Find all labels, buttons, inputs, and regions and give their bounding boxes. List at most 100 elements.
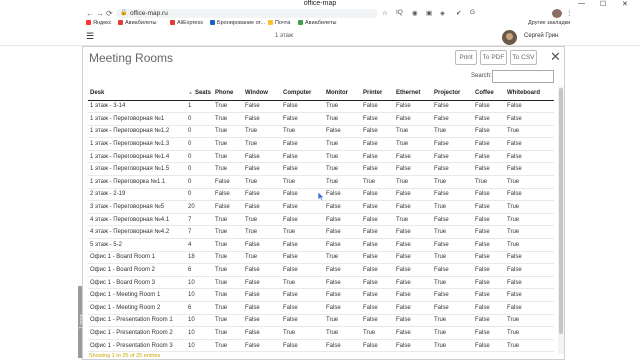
- table-row[interactable]: 1 этаж - Переговорная №1.2 0 True True True F…: [88, 125, 554, 139]
- search-label: Search:: [471, 73, 492, 79]
- table-cell: False: [243, 301, 281, 315]
- column-header-monitor[interactable]: Monitor: [324, 86, 361, 101]
- table-cell: 0: [186, 188, 213, 202]
- table-row[interactable]: Офис 1 - Board Room 3 10 True False True Fals…: [88, 276, 554, 290]
- table-row[interactable]: Офис 1 - Presentation Room 1 10 True False F…: [88, 314, 554, 328]
- table-row[interactable]: 1 этаж - Переговорная №1.4 0 True False Fals…: [88, 150, 554, 164]
- table-cell: True: [243, 175, 281, 189]
- table-row[interactable]: Офис 1 - Presentation Room 3 10 True False F…: [88, 339, 554, 353]
- bookmark-aviabilety-2[interactable]: Авиабилеты: [298, 20, 337, 26]
- close-icon[interactable]: ✕: [550, 49, 561, 65]
- extension-g-icon[interactable]: G: [470, 9, 475, 16]
- table-cell: False: [432, 162, 473, 177]
- search-input[interactable]: [492, 70, 554, 83]
- maximize-button[interactable]: ☐: [600, 0, 606, 8]
- window-close-button[interactable]: ✕: [622, 0, 628, 8]
- table-cell: False: [473, 137, 505, 151]
- table-row[interactable]: 1 этаж - Переговорная №1.5 0 True False Fals…: [88, 162, 554, 177]
- table-cell: False: [281, 238, 324, 252]
- to-csv-button[interactable]: To CSV: [510, 50, 537, 65]
- table-row[interactable]: 1 этаж - Переговорная №1 0 True False False T…: [88, 112, 554, 126]
- extension-icon-2[interactable]: ▣: [426, 9, 432, 17]
- column-header-desk[interactable]: Desk: [88, 86, 186, 101]
- forward-icon[interactable]: →: [96, 9, 104, 18]
- extension-iq-icon[interactable]: IQ: [396, 9, 403, 16]
- bookmark-booking[interactable]: Бронирование от...: [210, 20, 265, 26]
- table-cell: Офис 1 - Presentation Room 2: [88, 326, 186, 340]
- table-cell: 0: [186, 162, 213, 177]
- address-row: ← → ⟳ 🔒 office-map.ru ☆ IQ ◉ ▣ ◈ ✔ G ⋮: [0, 8, 640, 19]
- column-header-seats[interactable]: ▲ Seats: [186, 86, 213, 101]
- table-cell: 4 этаж - Переговорная №4.1: [88, 213, 186, 227]
- table-cell: False: [432, 301, 473, 315]
- extension-icon-1[interactable]: ◉: [412, 9, 418, 17]
- table-cell: False: [473, 339, 505, 353]
- table-cell: False: [361, 301, 394, 315]
- reload-icon[interactable]: ⟳: [106, 9, 113, 18]
- menu-icon[interactable]: ⋮: [566, 9, 573, 17]
- table-row[interactable]: Офис 1 - Meeting Room 1 10 True False False F…: [88, 288, 554, 302]
- bookmark-mail[interactable]: Почта: [268, 20, 290, 26]
- table-cell: True: [213, 213, 243, 227]
- extension-icon-3[interactable]: ◈: [440, 9, 445, 17]
- table-cell: False: [473, 162, 505, 177]
- column-header-phone[interactable]: Phone: [213, 86, 243, 101]
- column-header-projector[interactable]: Projector: [432, 86, 473, 101]
- scrollbar-thumb[interactable]: [559, 88, 563, 334]
- to-pdf-button[interactable]: To PDF: [480, 50, 507, 65]
- print-button[interactable]: Print: [455, 50, 477, 65]
- table-row[interactable]: 5 этаж - 5-2 4 True False False False False Fal…: [88, 238, 554, 252]
- mail-icon: [268, 20, 273, 25]
- column-header-coffee[interactable]: Coffee: [473, 86, 505, 101]
- table-cell: False: [213, 175, 243, 189]
- table-cell: False: [432, 150, 473, 164]
- table-cell: False: [473, 150, 505, 164]
- table-cell: False: [243, 112, 281, 126]
- column-header-window[interactable]: Window: [243, 86, 281, 101]
- table-row[interactable]: Офис 1 - Presentation Room 2 10 True False T…: [88, 326, 554, 340]
- table-row[interactable]: Офис 1 - Board Room 2 6 True False False Fals…: [88, 263, 554, 277]
- profile-icon[interactable]: [552, 9, 562, 18]
- table-cell: False: [394, 238, 432, 252]
- table-cell: True: [243, 125, 281, 139]
- address-bar[interactable]: 🔒 office-map.ru: [116, 9, 378, 18]
- column-header-ethernet[interactable]: Ethernet: [394, 86, 432, 101]
- table-row[interactable]: Офис 1 - Board Room 1 18 True True False True…: [88, 251, 554, 265]
- scrollbar[interactable]: [558, 86, 564, 354]
- table-row[interactable]: 1 этаж - Переговорная №1.3 0 True True False…: [88, 137, 554, 151]
- bookmark-label: Бронирование от...: [217, 20, 266, 26]
- bookmark-yandex[interactable]: Яндекс: [86, 20, 112, 26]
- table-row[interactable]: 1 этаж - 3-14 1 True False False True False Fal…: [88, 100, 554, 114]
- table-cell: True: [281, 276, 324, 290]
- avatar[interactable]: [502, 30, 517, 45]
- table-cell: True: [505, 200, 554, 214]
- table-cell: True: [324, 175, 361, 189]
- table-cell: 10: [186, 288, 213, 302]
- star-icon[interactable]: ☆: [382, 9, 388, 17]
- table-cell: False: [361, 339, 394, 353]
- extension-check-icon[interactable]: ✔: [456, 9, 461, 17]
- table-row[interactable]: 4 этаж - Переговорная №4.1 7 True True False…: [88, 213, 554, 227]
- table-cell: 4 этаж - Переговорная №4.2: [88, 225, 186, 240]
- table-row[interactable]: 4 этаж - Переговорная №4.2 7 True True True F…: [88, 225, 554, 240]
- column-header-whiteboard[interactable]: Whiteboard: [505, 86, 554, 101]
- table-row[interactable]: Офис 1 - Meeting Room 2 6 True False False Fa…: [88, 301, 554, 315]
- table-cell: 20: [186, 200, 213, 214]
- bookmark-aliexpress[interactable]: AliExpress: [170, 20, 203, 26]
- bookmark-aviabilety[interactable]: Авиабилеты: [118, 20, 157, 26]
- column-header-computer[interactable]: Computer: [281, 86, 324, 101]
- table-cell: False: [361, 162, 394, 177]
- browser-chrome: office-map — ☐ ✕ ← → ⟳ 🔒 office-map.ru ☆…: [0, 0, 640, 28]
- table-cell: False: [473, 125, 505, 139]
- table-cell: Офис 1 - Board Room 2: [88, 263, 186, 277]
- other-bookmarks[interactable]: Другие закладки: [528, 20, 570, 26]
- table-cell: Офис 1 - Board Room 1: [88, 251, 186, 265]
- table-cell: True: [213, 150, 243, 164]
- back-icon[interactable]: ←: [86, 9, 94, 18]
- minimize-button[interactable]: —: [578, 0, 585, 7]
- column-header-printer[interactable]: Printer: [361, 86, 394, 101]
- table-row[interactable]: 3 этаж - Переговорная №5 20 False False Fals…: [88, 200, 554, 214]
- hamburger-menu-icon[interactable]: ☰: [86, 31, 94, 42]
- table-cell: False: [361, 225, 394, 240]
- table-row[interactable]: 1 этаж - Переговорка №1.1 0 False True True T…: [88, 175, 554, 189]
